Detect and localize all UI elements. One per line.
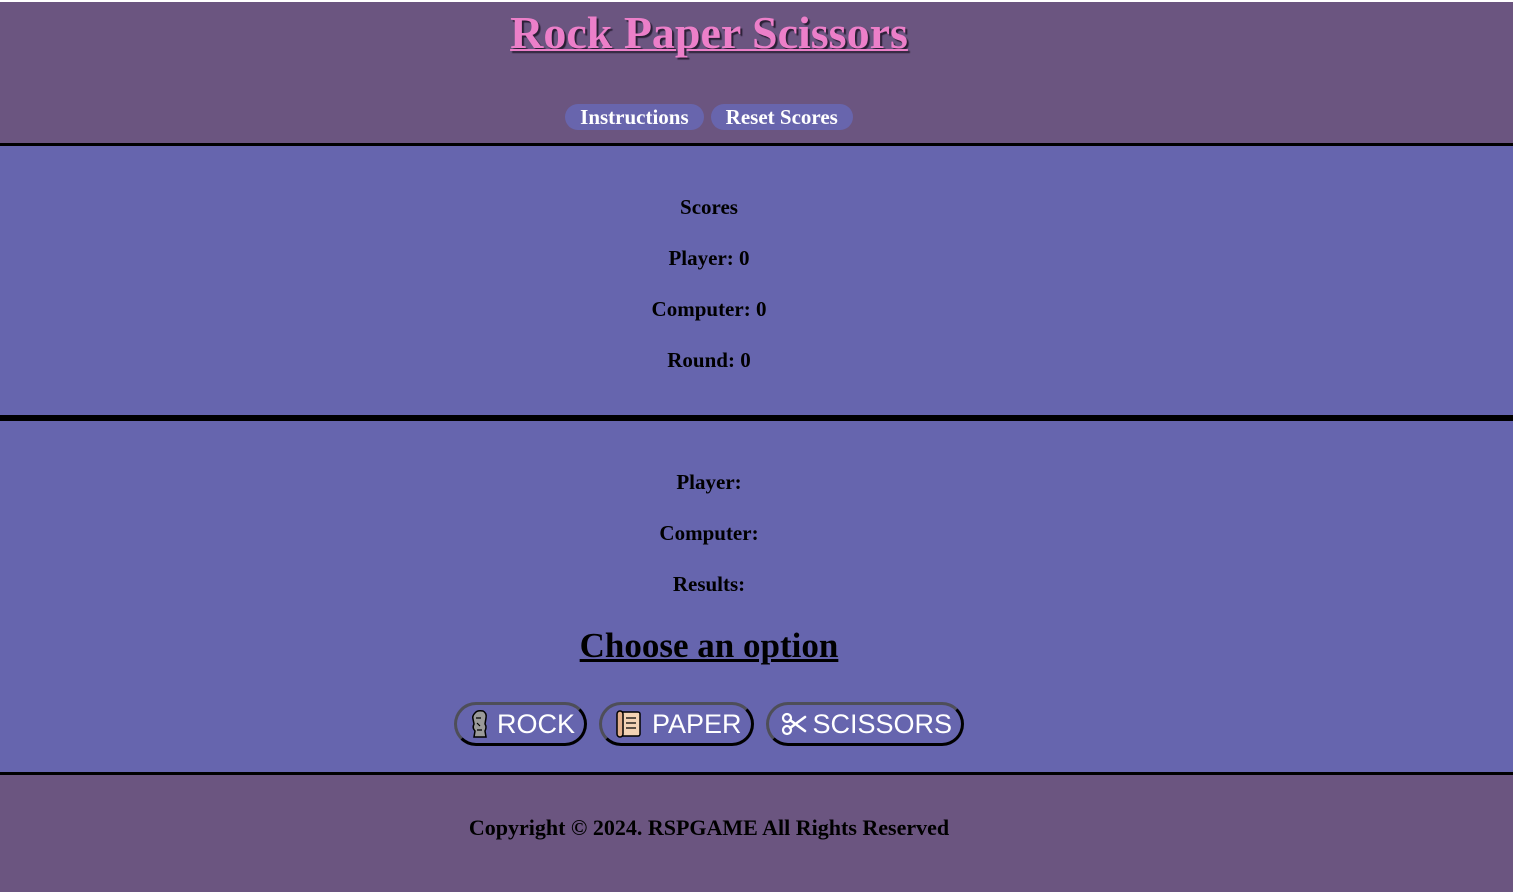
paper-label: PAPER bbox=[651, 708, 742, 739]
computer-choice-label: Computer: bbox=[659, 521, 759, 545]
scissors-icon bbox=[781, 711, 807, 737]
nav-bar: Instructions Reset Scores bbox=[0, 104, 1418, 130]
reset-scores-button[interactable]: Reset Scores bbox=[710, 104, 853, 130]
computer-score: Computer: 0 bbox=[651, 297, 767, 321]
scores-panel: Scores Player: 0 Computer: 0 Round: 0 bbox=[0, 146, 1513, 421]
moai-icon bbox=[469, 709, 491, 739]
round-counter: Round: 0 bbox=[667, 348, 751, 372]
player-choice-label: Player: bbox=[676, 470, 742, 494]
scroll-icon bbox=[614, 709, 646, 739]
player-score: Player: 0 bbox=[668, 246, 750, 270]
round-panel: Player: Computer: Results: Choose an opt… bbox=[0, 421, 1513, 775]
scissors-button[interactable]: SCISSORS bbox=[765, 702, 965, 746]
site-footer: Copyright © 2024. RSPGAME All Rights Res… bbox=[0, 775, 1513, 885]
rock-label: ROCK bbox=[496, 708, 575, 739]
rock-button[interactable]: ROCK bbox=[453, 702, 587, 746]
choose-option-heading: Choose an option bbox=[579, 626, 839, 665]
paper-button[interactable]: PAPER bbox=[598, 702, 754, 746]
copyright-text: Copyright © 2024. RSPGAME All Rights Res… bbox=[468, 815, 950, 840]
choice-buttons: ROCK PAPER SCISSORS bbox=[0, 702, 1418, 746]
site-header: Rock Paper Scissors Instructions Reset S… bbox=[0, 2, 1513, 146]
scissors-label: SCISSORS bbox=[812, 708, 953, 739]
scores-heading: Scores bbox=[680, 195, 738, 219]
instructions-button[interactable]: Instructions bbox=[565, 104, 704, 130]
page-title: Rock Paper Scissors bbox=[510, 7, 908, 58]
results-label: Results: bbox=[672, 572, 746, 596]
